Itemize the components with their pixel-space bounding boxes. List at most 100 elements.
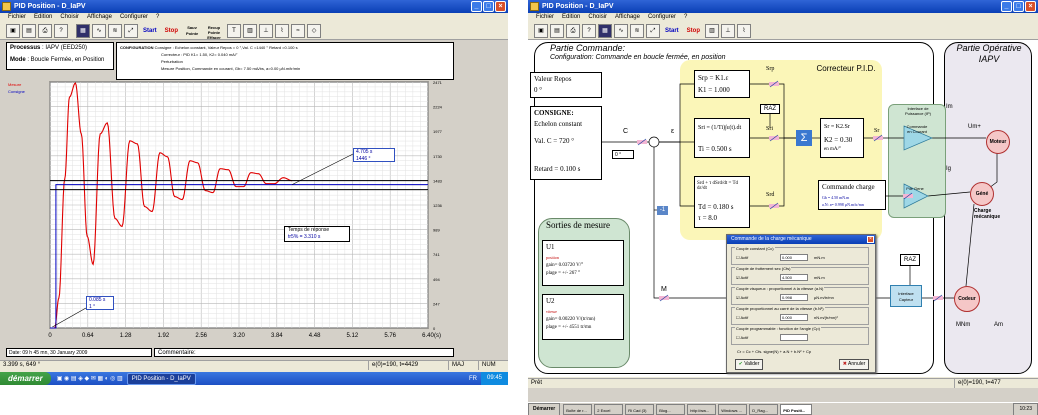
right-status-left: Prêt: [531, 380, 543, 386]
marker-icon[interactable]: ◇: [307, 23, 322, 38]
taskbar-item[interactable]: Windows ...: [718, 404, 748, 415]
start-time: 0.085 s: [89, 297, 106, 303]
grid-icon[interactable]: ▥: [243, 23, 258, 38]
taskbar-item[interactable]: PID Positi...: [780, 404, 813, 415]
dialog-active-checkbox[interactable]: ☐ Actif: [736, 335, 748, 340]
wave-icon[interactable]: ≈: [291, 23, 306, 38]
app-icon: [2, 2, 11, 11]
final-value: 1446 °: [356, 156, 371, 162]
dialog-value-field[interactable]: 0.998: [780, 294, 808, 301]
ruler-icon[interactable]: ⊥: [259, 23, 274, 38]
dialog-active-checkbox[interactable]: ☑ Actif: [736, 295, 748, 300]
sri-equation: Sri = (1/Ti)∫ε(t).dt: [698, 125, 742, 131]
comment-field[interactable]: Commentaire:: [154, 348, 454, 357]
summing-junction: [648, 136, 660, 148]
stop-button[interactable]: Stop: [162, 24, 181, 38]
x-tick-label: 4.48: [309, 333, 321, 339]
umot-label: Um+: [968, 124, 981, 130]
dialog-cancel-button[interactable]: ✖ Annuler: [839, 359, 869, 370]
commande-charge-title: Commande charge: [822, 183, 875, 191]
zoom-icon[interactable]: ⤢: [124, 23, 138, 38]
menu-choisir[interactable]: Choisir: [60, 13, 79, 22]
menu-configurer[interactable]: Configurer: [120, 13, 148, 22]
lang-indicator[interactable]: FR: [465, 376, 481, 382]
response-value: tr5% = 3.310 s: [288, 234, 321, 240]
dialog-value-field[interactable]: 0.000: [780, 314, 808, 321]
recall-point-button[interactable]: Recup Pointe Effacer: [203, 24, 225, 40]
y-tick-label: 1977: [433, 129, 443, 134]
x-tick-label: 2.56: [195, 333, 207, 339]
interface-capteur: Interface Capteur: [890, 285, 922, 307]
dialog-value-field[interactable]: [780, 334, 808, 341]
minimize-button[interactable]: _: [471, 1, 482, 12]
start-button[interactable]: Start: [140, 24, 160, 38]
start-menu-button[interactable]: démarrer: [0, 372, 51, 385]
x-tick-label: 3.84: [271, 333, 283, 339]
menu-affichage[interactable]: Affichage: [87, 13, 112, 22]
consigne-box[interactable]: CONSIGNE: Echelon constant Val. C = 720 …: [530, 106, 602, 180]
dialog-ok-button[interactable]: ✔ Valider: [735, 359, 763, 370]
dialog-active-checkbox[interactable]: ☐ Actif: [736, 315, 748, 320]
taskbar-item[interactable]: Boîte de r...: [563, 404, 593, 415]
generatrice-icon: Géné: [970, 182, 994, 206]
k2-block[interactable]: Sr = K2.Sr K2 = 0.30 en mA/°: [820, 118, 864, 158]
right-start-button[interactable]: Démarrer: [528, 403, 561, 415]
menu-fichier[interactable]: Fichier: [8, 13, 26, 22]
sri-label: Sri: [766, 126, 774, 132]
dialog-group-title: Couple proportionnel au carré de la vite…: [735, 306, 825, 311]
graph-icon[interactable]: ⌇: [275, 23, 290, 38]
start-value: 1 °: [89, 304, 96, 310]
sr-output-label: Sr: [874, 128, 880, 134]
dialog-close-button[interactable]: ×: [867, 236, 874, 243]
commande-charge-box[interactable]: Commande charge Gb = 4.50 mN.m a.N: a= 0…: [818, 180, 886, 210]
taskbar-item-pid[interactable]: PID Position - D_IaPV: [126, 372, 196, 385]
view-diagram-icon[interactable]: ▦: [76, 23, 90, 38]
raz-button-codeur[interactable]: RAZ: [900, 254, 920, 266]
im-label: Im: [946, 104, 953, 110]
dialog-active-checkbox[interactable]: ☐ Actif: [736, 255, 748, 260]
view-curves-icon[interactable]: ≋: [108, 23, 122, 38]
dialog-group: Couple de frottement sec (Cfs) ☑ Actif 4.5…: [731, 266, 869, 285]
left-taskbar: démarrer ▣ ◉ ▤ ◈ ◆ ✉ ▦ ◐ ◎ ▥ PID Positio…: [0, 372, 508, 385]
dialog-active-checkbox[interactable]: ☑ Actif: [736, 275, 748, 280]
help-icon[interactable]: ?: [54, 23, 68, 38]
taskbar-item[interactable]: 2 Excel: [594, 404, 624, 415]
y-tick-label: 494: [433, 277, 440, 282]
k2-unit: en mA/°: [824, 147, 841, 152]
mode-label: Mode: [10, 57, 26, 63]
save-icon[interactable]: ▣: [6, 23, 20, 38]
maximize-button[interactable]: □: [483, 1, 494, 12]
taskbar-item[interactable]: Ri Cad (3): [625, 404, 655, 415]
wire-to-d: [679, 142, 694, 207]
view-curve-icon[interactable]: ∿: [92, 23, 106, 38]
pile-gene-label: Pile Gene: [906, 186, 924, 191]
print-icon[interactable]: ⎙: [38, 23, 52, 38]
raz-button-pid[interactable]: RAZ: [760, 104, 780, 114]
dialog-value-field[interactable]: 4.500: [780, 274, 808, 281]
c-field[interactable]: 0 °: [612, 150, 634, 159]
dialog-group: Couple programmable : fonction de l'angl…: [731, 326, 869, 345]
menu-edition[interactable]: Edition: [34, 13, 52, 22]
taskbar-item[interactable]: D_Rag...: [749, 404, 779, 415]
u2-gain: gain= 0.00220 V/(tr/mn): [546, 317, 596, 322]
x-tick-label: 5.76: [384, 333, 396, 339]
integral-block[interactable]: Sri = (1/Ti)∫ε(t).dt Ti = 0.500 s: [694, 118, 750, 158]
prop-block[interactable]: Srp = K1.ε K1 = 1.000: [694, 70, 750, 98]
taskbar-item[interactable]: Blog...: [656, 404, 686, 415]
menu-help[interactable]: ?: [156, 13, 159, 22]
td-value: Td = 0.180 s: [698, 203, 734, 211]
t-button[interactable]: T: [227, 23, 242, 38]
x-tick-label: 6.40: [422, 333, 434, 339]
dialog-value-field[interactable]: 0.000: [780, 254, 808, 261]
u1-kind: position: [546, 255, 559, 260]
close-button[interactable]: ×: [495, 1, 506, 12]
mn-label: MNm: [956, 322, 971, 328]
save-point-button[interactable]: Sauv Pointe: [183, 24, 201, 38]
k1-value: K1 = 1.000: [698, 86, 730, 94]
open-icon[interactable]: ▤: [22, 23, 36, 38]
taskbar-item[interactable]: http://ww...: [687, 404, 717, 415]
consigne-retard: Retard = 0.100 s: [534, 165, 581, 173]
quicklaunch-icons[interactable]: ▣ ◉ ▤ ◈ ◆ ✉ ▦ ◐ ◎ ▥: [57, 375, 123, 382]
derivative-block[interactable]: Srd + τ dSrd/dt = Td dε/dt Td = 0.180 s …: [694, 176, 750, 228]
valeur-repos-box[interactable]: Valeur Repos 0 °: [530, 72, 602, 98]
